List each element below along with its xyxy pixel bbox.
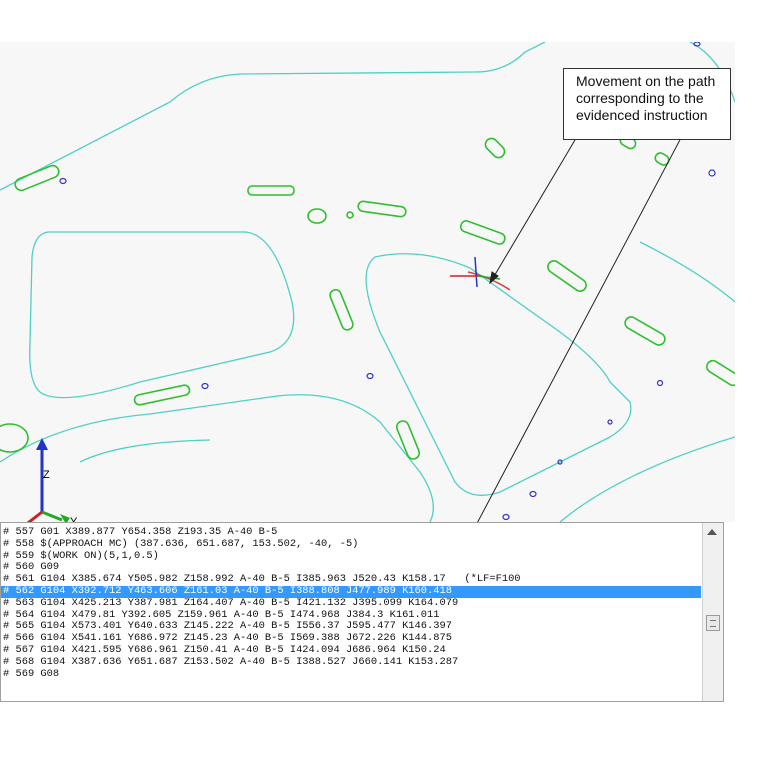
scroll-thumb[interactable]	[706, 615, 720, 631]
toolpath-outline-bottom-left	[79, 439, 211, 463]
slot-10	[706, 359, 735, 387]
point-8	[529, 490, 537, 498]
slot-1	[14, 164, 60, 192]
code-line[interactable]: # 563 G104 X425.213 Y387.981 Z164.407 A-…	[1, 597, 701, 610]
nc-code-list[interactable]: # 557 G01 X389.877 Y654.358 Z193.35 A-40…	[1, 526, 701, 681]
toolpath-outline-bottom	[0, 394, 434, 522]
code-line-selected[interactable]: # 562 G104 X392.712 Y463.606 Z161.03 A-4…	[1, 585, 701, 598]
point-4	[708, 169, 716, 177]
code-line[interactable]: # 569 G08	[1, 668, 701, 681]
slot-8	[133, 384, 191, 406]
vertical-scrollbar[interactable]	[702, 523, 723, 701]
slot-9	[395, 420, 421, 460]
slot-5	[547, 260, 587, 292]
slot-3	[357, 200, 407, 218]
point-2	[201, 382, 209, 390]
slot-2	[247, 185, 295, 196]
hole-1	[307, 208, 327, 224]
nc-code-panel[interactable]: # 557 G01 X389.877 Y654.358 Z193.35 A-40…	[0, 522, 724, 702]
slot-11	[484, 137, 506, 159]
slot-6	[624, 316, 666, 346]
toolpath-outline-right	[559, 436, 735, 522]
toolpath-outline-left	[29, 231, 295, 399]
code-line[interactable]: # 559 $(WORK ON)(5,1,0.5)	[1, 550, 701, 563]
toolpath-outline-right-upper	[639, 241, 735, 303]
toolpath-outline-top	[0, 42, 546, 191]
scroll-up-arrow-icon[interactable]	[707, 529, 717, 535]
callout-arrow-to-code	[477, 101, 701, 522]
callout-annotation: Movement on the path corresponding to th…	[563, 68, 731, 140]
point-7	[607, 419, 613, 425]
code-line[interactable]: # 558 $(APPROACH MC) (387.636, 651.687, …	[1, 538, 701, 551]
slot-4	[459, 220, 506, 245]
hole-3	[0, 423, 29, 453]
hole-2	[346, 211, 354, 219]
axis-z-label: Z	[43, 469, 50, 481]
callout-text: Movement on the path corresponding to th…	[576, 73, 716, 123]
point-9	[502, 513, 510, 521]
code-line[interactable]: # 568 G104 X387.636 Y651.687 Z153.502 A-…	[1, 656, 701, 669]
point-6	[656, 379, 664, 387]
toolpath-outline-center	[365, 253, 632, 496]
callout-arrow-to-path	[492, 139, 576, 279]
point-1	[59, 177, 67, 185]
code-line[interactable]: # 567 G104 X421.595 Y686.961 Z150.41 A-4…	[1, 644, 701, 657]
slot-13	[654, 152, 670, 166]
slot-7	[329, 288, 354, 331]
point-3	[366, 372, 374, 380]
